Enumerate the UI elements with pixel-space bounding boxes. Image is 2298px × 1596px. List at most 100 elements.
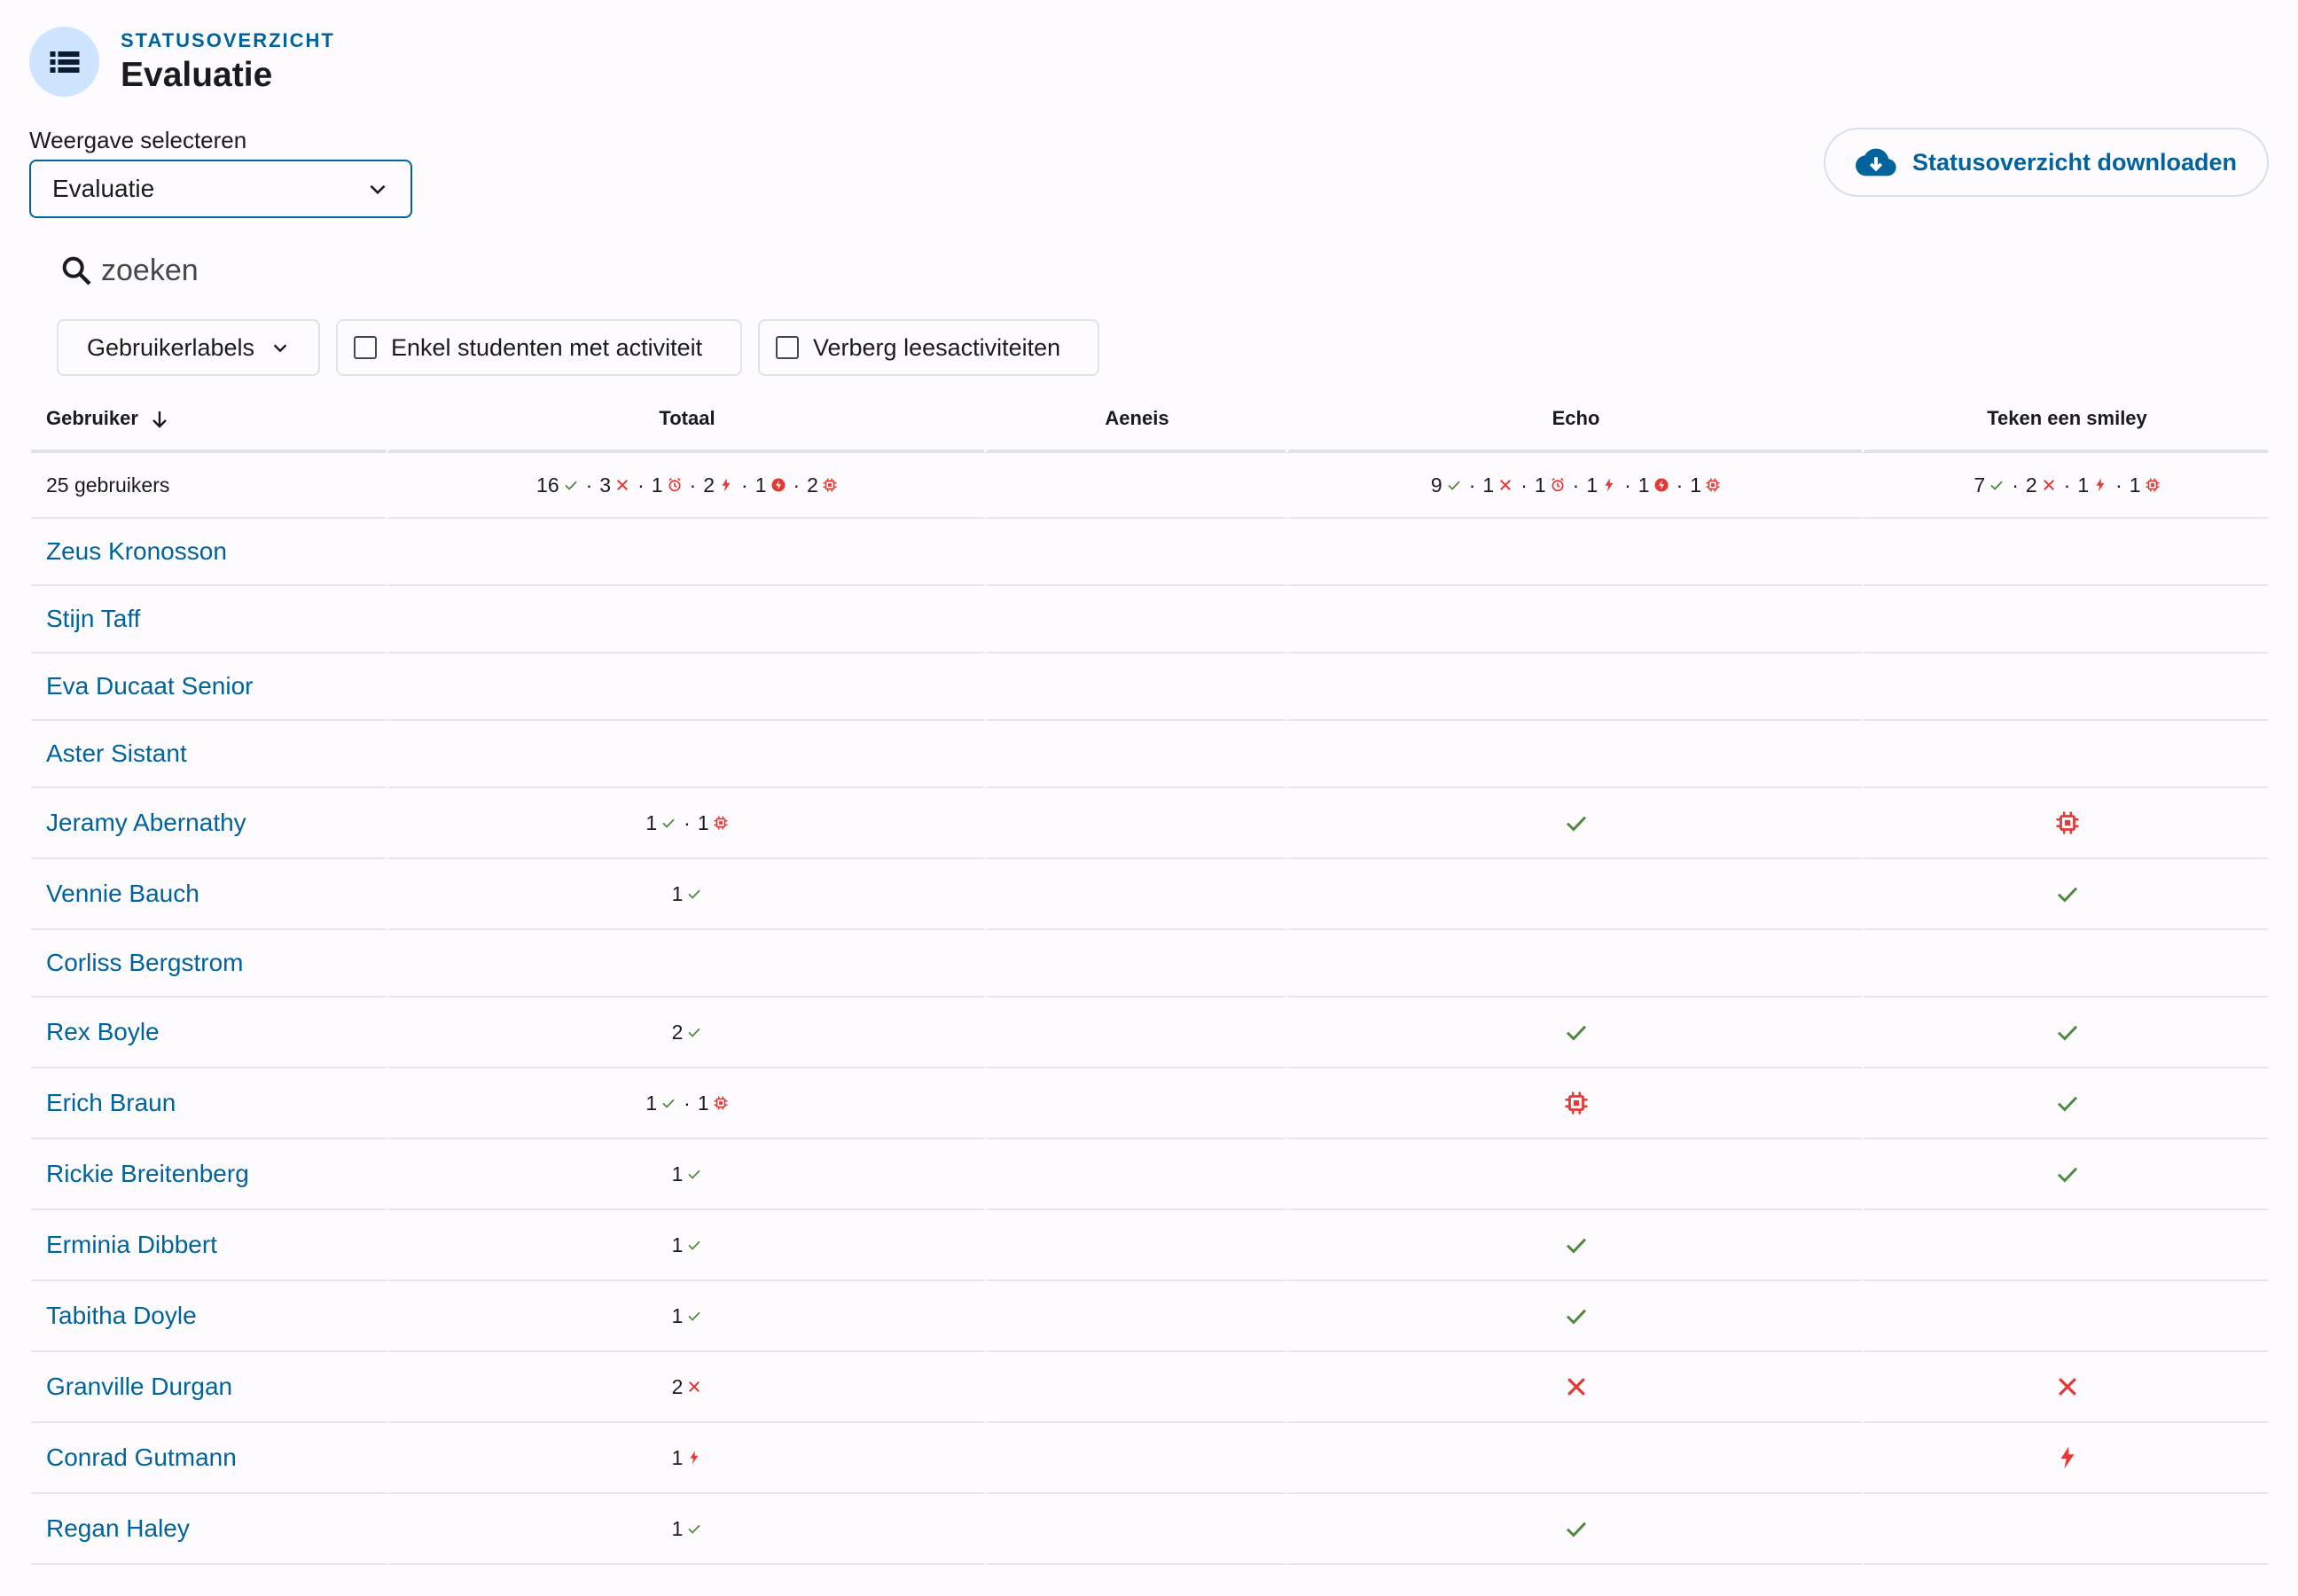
total-cell: 1 — [386, 1423, 984, 1494]
separator-dot: · — [2063, 473, 2071, 497]
echo-cell[interactable] — [1286, 586, 1862, 653]
user-link[interactable]: Eva Ducaat Senior — [46, 672, 253, 700]
user-link[interactable]: Erminia Dibbert — [46, 1231, 217, 1258]
smiley-cell[interactable] — [1862, 930, 2268, 998]
aeneis-cell[interactable] — [984, 930, 1286, 998]
smiley-cell[interactable] — [1862, 519, 2268, 586]
echo-cell[interactable] — [1286, 859, 1862, 930]
echo-cell[interactable] — [1286, 1494, 1862, 1565]
table-row: Stijn Taff — [31, 586, 2268, 653]
user-link[interactable]: Aster Sistant — [46, 739, 187, 767]
aeneis-cell[interactable] — [984, 586, 1286, 653]
smiley-cell[interactable] — [1862, 1210, 2268, 1281]
check-icon — [1566, 1238, 1586, 1254]
user-link[interactable]: Erich Braun — [46, 1089, 176, 1116]
user-link[interactable]: Tabitha Doyle — [46, 1302, 197, 1329]
only-active-checkbox[interactable] — [354, 336, 377, 359]
user-cell: Vennie Bauch — [31, 859, 386, 930]
echo-cell[interactable] — [1286, 721, 1862, 788]
aeneis-cell[interactable] — [984, 721, 1286, 788]
list-icon — [29, 27, 99, 97]
check-icon — [688, 1311, 701, 1321]
summary-row: 25 gebruikers 16 · 3 · 1 · 2 · 1 · 2 9 · 1 · 1 · 1 · 1 · 1 7 · 2 ·… — [31, 453, 2268, 519]
aeneis-cell[interactable] — [984, 1281, 1286, 1352]
cross-icon — [2043, 480, 2054, 490]
aeneis-cell[interactable] — [984, 1210, 1286, 1281]
smiley-cell[interactable] — [1862, 1068, 2268, 1139]
chevron-down-icon — [370, 184, 386, 195]
total-cell — [386, 930, 984, 998]
aeneis-cell[interactable] — [984, 1352, 1286, 1423]
check-icon — [2057, 1025, 2077, 1041]
echo-cell[interactable] — [1286, 1281, 1862, 1352]
echo-cell[interactable] — [1286, 519, 1862, 586]
separator-dot: · — [2012, 473, 2019, 497]
table-row: Eva Ducaat Senior — [31, 653, 2268, 721]
separator-dot: · — [2115, 473, 2122, 497]
check-icon — [688, 1170, 701, 1179]
table-row: Zeus Kronosson — [31, 519, 2268, 586]
smiley-cell[interactable] — [1862, 1423, 2268, 1494]
echo-cell[interactable] — [1286, 1352, 1862, 1423]
smiley-cell[interactable] — [1862, 653, 2268, 721]
count-value: 1 — [754, 473, 767, 497]
user-count: 25 gebruikers — [46, 473, 170, 497]
echo-cell[interactable] — [1286, 1139, 1862, 1210]
view-select[interactable]: Evaluatie — [29, 160, 412, 218]
user-link[interactable]: Conrad Gutmann — [46, 1443, 237, 1471]
total-cell: 1 — [386, 1494, 984, 1565]
user-link[interactable]: Rickie Breitenberg — [46, 1160, 249, 1187]
separator-dot: · — [793, 473, 801, 497]
aeneis-cell[interactable] — [984, 788, 1286, 859]
echo-cell[interactable] — [1286, 653, 1862, 721]
count-value: 1 — [671, 1232, 684, 1256]
hide-reading-filter[interactable]: Verberg leesactiviteiten — [758, 319, 1099, 376]
user-link[interactable]: Stijn Taff — [46, 605, 140, 632]
echo-cell[interactable] — [1286, 998, 1862, 1068]
user-link[interactable]: Regan Haley — [46, 1514, 190, 1542]
user-link[interactable]: Zeus Kronosson — [46, 537, 227, 565]
echo-cell[interactable] — [1286, 1210, 1862, 1281]
aeneis-cell[interactable] — [984, 653, 1286, 721]
user-link[interactable]: Vennie Bauch — [46, 880, 199, 907]
smiley-cell[interactable] — [1862, 1281, 2268, 1352]
user-link[interactable]: Rex Boyle — [46, 1018, 160, 1045]
column-smiley: Teken een smiley — [1862, 387, 2268, 453]
user-labels-dropdown[interactable]: Gebruikerlabels — [57, 319, 320, 376]
user-cell: Jeramy Abernathy — [31, 788, 386, 859]
only-active-filter[interactable]: Enkel studenten met activiteit — [336, 319, 742, 376]
aeneis-cell[interactable] — [984, 1423, 1286, 1494]
aeneis-cell[interactable] — [984, 859, 1286, 930]
echo-cell[interactable] — [1286, 930, 1862, 998]
user-link[interactable]: Jeramy Abernathy — [46, 809, 246, 836]
smiley-cell[interactable] — [1862, 859, 2268, 930]
count-value: 16 — [536, 473, 559, 497]
aeneis-cell[interactable] — [984, 1494, 1286, 1565]
count-value: 2 — [807, 473, 818, 497]
smiley-cell[interactable] — [1862, 586, 2268, 653]
aeneis-cell[interactable] — [984, 519, 1286, 586]
echo-cell[interactable] — [1286, 1423, 1862, 1494]
hide-reading-checkbox[interactable] — [776, 336, 799, 359]
smiley-cell[interactable] — [1862, 788, 2268, 859]
smiley-cell[interactable] — [1862, 1352, 2268, 1423]
cross-icon — [1567, 1378, 1585, 1396]
column-user[interactable]: Gebruiker — [31, 387, 386, 453]
summary-label: 25 gebruikers — [31, 453, 386, 519]
echo-cell[interactable] — [1286, 788, 1862, 859]
download-button[interactable]: Statusoverzicht downloaden — [1824, 128, 2269, 197]
echo-cell[interactable] — [1286, 1068, 1862, 1139]
user-link[interactable]: Granville Durgan — [46, 1373, 232, 1400]
smiley-cell[interactable] — [1862, 1139, 2268, 1210]
smiley-cell[interactable] — [1862, 1494, 2268, 1565]
aeneis-cell[interactable] — [984, 1139, 1286, 1210]
search-input[interactable]: zoeken — [59, 253, 199, 288]
view-select-value: Evaluatie — [52, 175, 155, 202]
table-row: Erich Braun 1 · 1 — [31, 1068, 2268, 1139]
user-link[interactable]: Corliss Bergstrom — [46, 949, 243, 976]
smiley-cell[interactable] — [1862, 721, 2268, 788]
aeneis-cell[interactable] — [984, 1068, 1286, 1139]
smiley-cell[interactable] — [1862, 998, 2268, 1068]
cross-icon — [617, 480, 629, 490]
aeneis-cell[interactable] — [984, 998, 1286, 1068]
